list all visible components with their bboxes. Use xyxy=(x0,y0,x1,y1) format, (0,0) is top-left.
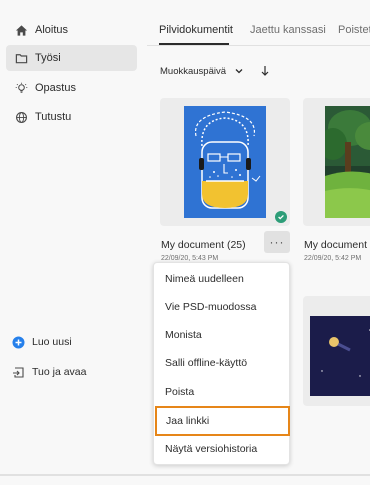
import-open-label: Tuo ja avaa xyxy=(32,366,87,378)
document-thumbnail xyxy=(310,316,370,396)
chevron-down-icon xyxy=(235,69,243,74)
folder-icon xyxy=(14,51,28,65)
menu-item-rename[interactable]: Nimeä uudelleen xyxy=(154,265,291,293)
menu-item-version-history[interactable]: Näytä versiohistoria xyxy=(154,435,291,463)
menu-item-export-psd[interactable]: Vie PSD-muodossa xyxy=(154,293,291,321)
document-thumbnail xyxy=(319,106,370,218)
sidebar-item-label: Tutustu xyxy=(35,111,72,123)
document-tabs: Pilvidokumentit Jaettu kanssasi Poistett… xyxy=(147,0,370,46)
sidebar-item-label: Aloitus xyxy=(35,24,69,36)
document-card[interactable] xyxy=(303,98,370,226)
plus-circle-icon xyxy=(12,336,25,349)
document-date: 22/09/20, 5:43 PM xyxy=(161,255,219,262)
more-options-button[interactable]: ··· xyxy=(264,231,290,253)
tab-poistettu[interactable]: Poistettu xyxy=(338,24,370,36)
context-menu: Nimeä uudelleen Vie PSD-muodossa Monista… xyxy=(153,262,290,465)
menu-item-share-link[interactable]: Jaa linkki xyxy=(155,406,290,436)
checkmark-icon xyxy=(278,214,284,220)
sort-dropdown[interactable]: Muokkauspäivä xyxy=(160,66,244,77)
document-date: 22/09/20, 5:42 PM xyxy=(304,255,362,262)
menu-item-duplicate[interactable]: Monista xyxy=(154,321,291,349)
synced-badge xyxy=(275,211,287,223)
sort-row: Muokkauspäivä xyxy=(160,62,244,80)
bottom-divider xyxy=(0,474,370,476)
home-icon xyxy=(14,23,28,37)
sidebar-item-label: Opastus xyxy=(35,82,76,94)
import-open-button[interactable]: Tuo ja avaa xyxy=(12,362,86,382)
ellipsis-icon: ··· xyxy=(269,235,285,249)
menu-item-delete[interactable]: Poista xyxy=(154,378,291,406)
active-tab-indicator xyxy=(159,43,229,45)
import-icon xyxy=(12,366,25,379)
sidebar-item-aloitus[interactable]: Aloitus xyxy=(6,17,137,43)
menu-item-offline[interactable]: Salli offline-käyttö xyxy=(154,349,291,377)
lightbulb-icon xyxy=(14,81,28,95)
sidebar: Aloitus Työsi Opastus Tutustu Luo uusi T… xyxy=(0,0,143,485)
sidebar-item-opastus[interactable]: Opastus xyxy=(6,75,137,101)
sort-label: Muokkauspäivä xyxy=(160,65,227,77)
create-new-button[interactable]: Luo uusi xyxy=(12,332,72,352)
document-thumbnail xyxy=(184,106,266,218)
document-card[interactable] xyxy=(303,296,370,406)
document-card[interactable] xyxy=(160,98,290,226)
sidebar-item-tutustu[interactable]: Tutustu xyxy=(6,104,137,130)
tab-jaettu-kanssasi[interactable]: Jaettu kanssasi xyxy=(250,24,326,36)
globe-icon xyxy=(14,110,28,124)
tab-pilvidokumentit[interactable]: Pilvidokumentit xyxy=(159,24,233,36)
document-title: My document ( xyxy=(304,239,370,251)
sidebar-item-label: Työsi xyxy=(35,52,61,64)
sidebar-item-tyosi[interactable]: Työsi xyxy=(6,45,137,71)
create-new-label: Luo uusi xyxy=(32,336,72,348)
document-title: My document (25) xyxy=(161,239,246,251)
arrow-down-icon[interactable] xyxy=(259,64,271,78)
